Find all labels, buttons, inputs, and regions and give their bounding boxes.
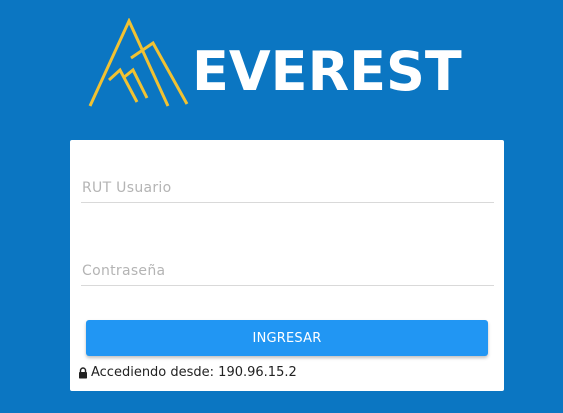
login-page: EVEREST INGRESAR Accediendo desde: 190.9…	[0, 0, 563, 413]
brand-logo: EVEREST	[87, 18, 477, 110]
login-card: INGRESAR Accediendo desde: 190.96.15.2	[70, 140, 504, 391]
rut-username-input[interactable]	[81, 173, 494, 203]
lock-icon	[79, 366, 87, 378]
mountains-icon	[88, 18, 189, 107]
access-info: Accediendo desde: 190.96.15.2	[78, 365, 297, 380]
password-input[interactable]	[81, 256, 494, 286]
access-info-label: Accediendo desde: 190.96.15.2	[91, 365, 297, 380]
brand-name: EVEREST	[192, 40, 462, 103]
login-submit-button[interactable]: INGRESAR	[86, 320, 488, 356]
